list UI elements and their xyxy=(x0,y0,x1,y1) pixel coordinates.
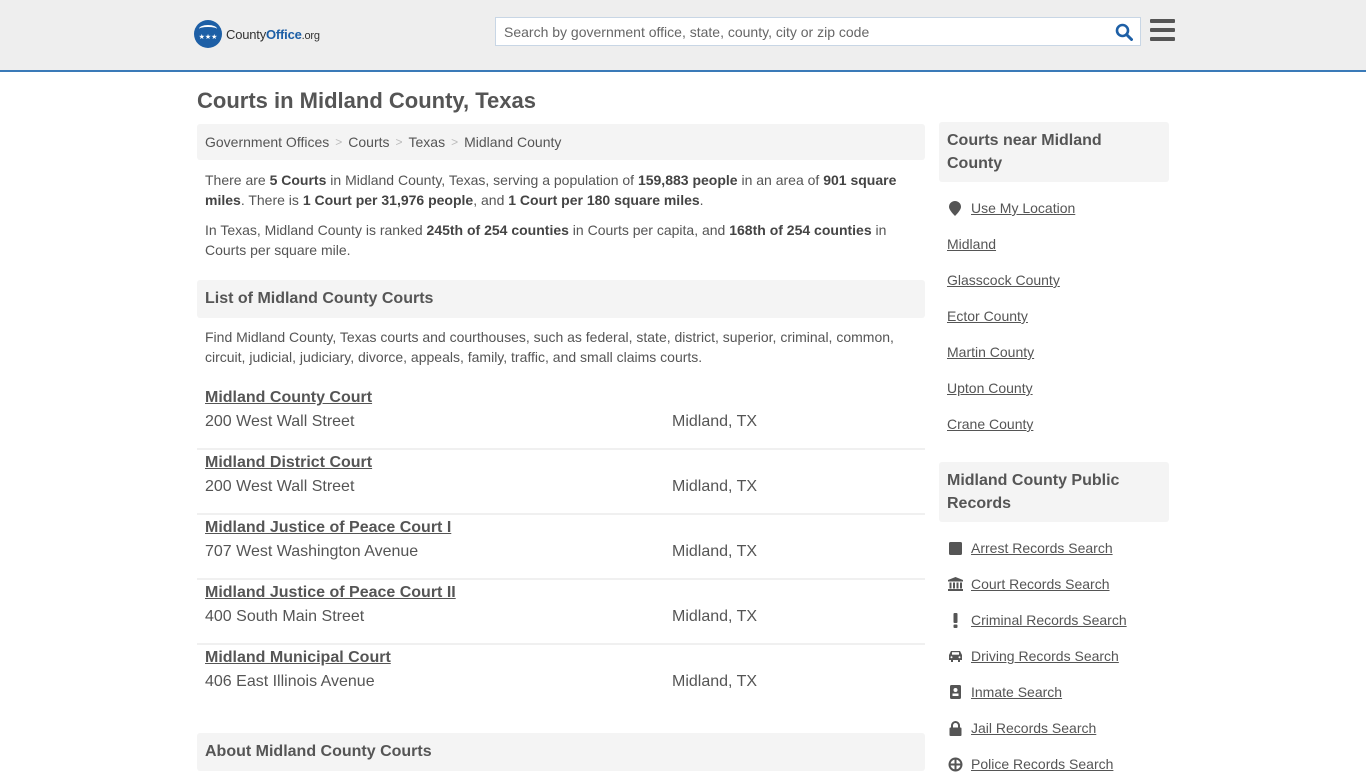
search-input[interactable] xyxy=(496,18,1108,45)
square-icon xyxy=(947,540,963,556)
summary-paragraph: There are 5 Courts in Midland County, Te… xyxy=(205,172,897,208)
search-button[interactable] xyxy=(1108,18,1140,45)
map-marker-icon xyxy=(947,200,963,216)
nearby-link-martin-county[interactable]: Martin County xyxy=(947,344,1034,360)
nearby-link-crane-county[interactable]: Crane County xyxy=(947,416,1033,432)
driving-records-link[interactable]: Driving Records Search xyxy=(971,648,1119,664)
court-address: 707 West Washington Avenue xyxy=(205,543,419,560)
public-record-item: Driving Records Search xyxy=(947,638,1161,674)
site-header: ★★★ CountyOffice.org xyxy=(0,0,1366,72)
use-my-location-link[interactable]: Use My Location xyxy=(971,200,1075,216)
criminal-records-link[interactable]: Criminal Records Search xyxy=(971,612,1127,628)
court-address: 200 West Wall Street xyxy=(205,413,355,430)
court-list-item: Midland Municipal Court 406 East Illinoi… xyxy=(197,645,925,710)
breadcrumb-midland-county[interactable]: Midland County xyxy=(464,134,561,150)
nearby-item: Martin County xyxy=(947,334,1161,370)
public-record-item: Inmate Search xyxy=(947,674,1161,710)
id-badge-icon xyxy=(947,684,963,700)
breadcrumb: Government Offices > Courts > Texas > Mi… xyxy=(197,124,925,160)
breadcrumb-texas[interactable]: Texas xyxy=(409,134,446,150)
site-logo[interactable]: ★★★ CountyOffice.org xyxy=(194,20,320,48)
court-city: Midland, TX xyxy=(672,673,758,690)
public-records-heading: Midland County Public Records xyxy=(939,462,1169,522)
nearby-item: Crane County xyxy=(947,406,1161,442)
court-name-link[interactable]: Midland County Court xyxy=(205,389,372,407)
about-courts-heading: About Midland County Courts xyxy=(197,733,925,771)
court-city: Midland, TX xyxy=(672,413,758,430)
court-list-item: Midland Justice of Peace Court I 707 Wes… xyxy=(197,515,925,580)
nearby-courts-list: Use My Location Midland Glasscock County… xyxy=(939,190,1169,442)
court-name-link[interactable]: Midland Justice of Peace Court II xyxy=(205,584,456,602)
public-record-item: Court Records Search xyxy=(947,566,1161,602)
main-content: Government Offices > Courts > Texas > Mi… xyxy=(197,124,925,771)
court-list-item: Midland County Court 200 West Wall Stree… xyxy=(197,385,925,450)
page-title: Courts in Midland County, Texas xyxy=(197,88,536,113)
nearby-courts-heading: Courts near Midland County xyxy=(939,122,1169,182)
eagle-logo-icon: ★★★ xyxy=(194,20,222,48)
court-name-link[interactable]: Midland District Court xyxy=(205,454,372,472)
courts-list-heading: List of Midland County Courts xyxy=(197,280,925,318)
breadcrumb-separator: > xyxy=(395,135,403,149)
nearby-item: Midland xyxy=(947,226,1161,262)
nearby-link-midland[interactable]: Midland xyxy=(947,236,996,252)
court-city: Midland, TX xyxy=(672,608,758,625)
courthouse-icon xyxy=(947,576,963,592)
court-records-link[interactable]: Court Records Search xyxy=(971,576,1110,592)
court-name-link[interactable]: Midland Justice of Peace Court I xyxy=(205,519,451,537)
nearby-link-upton-county[interactable]: Upton County xyxy=(947,380,1033,396)
arrest-records-link[interactable]: Arrest Records Search xyxy=(971,540,1113,556)
court-list-item: Midland Justice of Peace Court II 400 So… xyxy=(197,580,925,645)
logo-wordmark: CountyOffice.org xyxy=(226,26,320,42)
court-address: 200 West Wall Street xyxy=(205,478,355,495)
public-records-list: Arrest Records Search Court Records Sear… xyxy=(939,530,1169,782)
public-record-item: Police Records Search xyxy=(947,746,1161,782)
court-name-link[interactable]: Midland Municipal Court xyxy=(205,649,391,667)
nearby-item: Upton County xyxy=(947,370,1161,406)
hamburger-menu-icon[interactable] xyxy=(1150,19,1175,41)
public-record-item: Arrest Records Search xyxy=(947,530,1161,566)
court-address: 400 South Main Street xyxy=(205,608,365,625)
nearby-link-glasscock-county[interactable]: Glasscock County xyxy=(947,272,1060,288)
nearby-link-ector-county[interactable]: Ector County xyxy=(947,308,1028,324)
breadcrumb-courts[interactable]: Courts xyxy=(348,134,389,150)
court-address: 406 East Illinois Avenue xyxy=(205,673,375,690)
use-my-location-item: Use My Location xyxy=(947,190,1161,226)
breadcrumb-separator: > xyxy=(451,135,459,149)
lock-icon xyxy=(947,720,963,736)
court-city: Midland, TX xyxy=(672,543,758,560)
search-bar xyxy=(495,17,1141,46)
court-city: Midland, TX xyxy=(672,478,758,495)
breadcrumb-government-offices[interactable]: Government Offices xyxy=(205,134,329,150)
police-badge-icon xyxy=(947,756,963,772)
jail-records-link[interactable]: Jail Records Search xyxy=(971,720,1096,736)
search-icon xyxy=(1115,23,1133,41)
nearby-item: Glasscock County xyxy=(947,262,1161,298)
court-list-item: Midland District Court 200 West Wall Str… xyxy=(197,450,925,515)
car-icon xyxy=(947,648,963,664)
ranking-paragraph: In Texas, Midland County is ranked 245th… xyxy=(205,222,887,258)
public-record-item: Criminal Records Search xyxy=(947,602,1161,638)
court-list: Midland County Court 200 West Wall Stree… xyxy=(197,385,925,710)
sidebar: Courts near Midland County Use My Locati… xyxy=(939,122,1169,782)
public-record-item: Jail Records Search xyxy=(947,710,1161,746)
nearby-item: Ector County xyxy=(947,298,1161,334)
courts-list-description: Find Midland County, Texas courts and co… xyxy=(205,329,894,365)
breadcrumb-separator: > xyxy=(335,135,343,149)
inmate-search-link[interactable]: Inmate Search xyxy=(971,684,1062,700)
police-records-link[interactable]: Police Records Search xyxy=(971,756,1113,772)
exclamation-icon xyxy=(947,612,963,628)
